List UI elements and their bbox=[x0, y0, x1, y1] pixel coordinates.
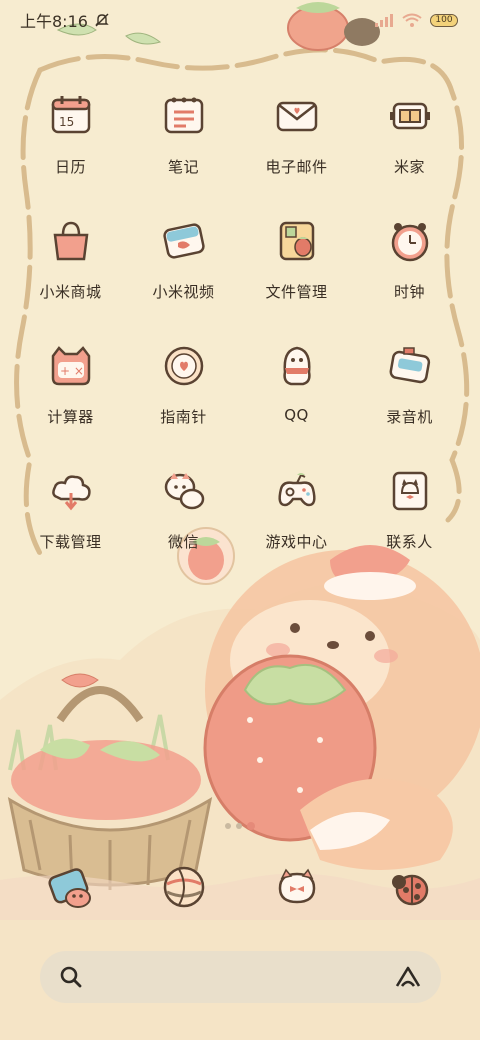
app-label: 小米视频 bbox=[152, 283, 215, 301]
app-label: QQ bbox=[284, 406, 309, 424]
app-notes[interactable]: 笔记 bbox=[127, 88, 240, 213]
app-label: 笔记 bbox=[167, 158, 199, 176]
app-download-manager[interactable]: 下载管理 bbox=[14, 463, 127, 588]
email-icon bbox=[269, 88, 325, 144]
contacts-icon bbox=[382, 463, 438, 519]
clock-icon bbox=[382, 213, 438, 269]
mijia-icon bbox=[382, 88, 438, 144]
app-label: 录音机 bbox=[386, 408, 433, 426]
app-mi-store[interactable]: 小米商城 bbox=[14, 213, 127, 338]
browser-icon bbox=[163, 866, 204, 908]
signal-icon bbox=[375, 14, 393, 27]
search-bar[interactable] bbox=[40, 951, 441, 1003]
app-label: 指南针 bbox=[160, 408, 207, 426]
app-label: 电子邮件 bbox=[265, 158, 328, 176]
svg-text:15: 15 bbox=[59, 115, 74, 129]
app-recorder[interactable]: 录音机 bbox=[353, 338, 466, 463]
dock-messages[interactable] bbox=[240, 862, 353, 912]
app-qq[interactable]: QQ bbox=[240, 338, 353, 463]
app-label: 计算器 bbox=[47, 408, 94, 426]
app-label: 文件管理 bbox=[265, 283, 328, 301]
app-calculator[interactable]: + × 计算器 bbox=[14, 338, 127, 463]
app-mi-video[interactable]: 小米视频 bbox=[127, 213, 240, 338]
dock-ladybug[interactable] bbox=[353, 862, 466, 912]
svg-text:+ ×: + × bbox=[60, 364, 84, 378]
calculator-icon: + × bbox=[43, 338, 99, 394]
battery-icon: 100 bbox=[430, 13, 458, 27]
messages-icon bbox=[278, 868, 315, 904]
app-label: 日历 bbox=[54, 158, 86, 176]
calendar-icon: 15 bbox=[43, 88, 99, 144]
app-label: 联系人 bbox=[386, 533, 433, 551]
mute-icon bbox=[95, 13, 109, 27]
page-indicator bbox=[0, 822, 480, 830]
wifi-icon bbox=[402, 13, 422, 27]
app-calendar[interactable]: 15 日历 bbox=[14, 88, 127, 213]
page-dot[interactable] bbox=[225, 823, 231, 829]
status-right: 100 bbox=[374, 13, 458, 27]
recorder-icon bbox=[382, 338, 438, 394]
app-email[interactable]: 电子邮件 bbox=[240, 88, 353, 213]
app-game-center[interactable]: 游戏中心 bbox=[240, 463, 353, 588]
wechat-icon bbox=[156, 463, 212, 519]
app-label: 小米商城 bbox=[39, 283, 102, 301]
app-compass[interactable]: 指南针 bbox=[127, 338, 240, 463]
notes-icon bbox=[156, 88, 212, 144]
page-dot-active[interactable] bbox=[247, 822, 255, 830]
battery-level: 100 bbox=[435, 15, 453, 25]
app-label: 微信 bbox=[167, 533, 199, 551]
app-label: 下载管理 bbox=[39, 533, 102, 551]
dock-camera[interactable] bbox=[14, 862, 127, 912]
assistant-icon[interactable] bbox=[393, 964, 423, 990]
app-contacts[interactable]: 联系人 bbox=[353, 463, 466, 588]
download-icon bbox=[43, 463, 99, 519]
page-dot[interactable] bbox=[236, 823, 242, 829]
status-left: 上午8:16 bbox=[20, 8, 110, 32]
app-label: 游戏中心 bbox=[265, 533, 328, 551]
shopping-bag-icon bbox=[43, 213, 99, 269]
app-clock[interactable]: 时钟 bbox=[353, 213, 466, 338]
status-bar: 上午8:16 100 bbox=[0, 0, 480, 40]
app-wechat[interactable]: 微信 bbox=[127, 463, 240, 588]
ladybug-icon bbox=[391, 874, 428, 906]
dock-browser[interactable] bbox=[127, 862, 240, 912]
app-file-manager[interactable]: 文件管理 bbox=[240, 213, 353, 338]
qq-icon bbox=[269, 338, 325, 394]
compass-icon bbox=[156, 338, 212, 394]
app-mijia[interactable]: 米家 bbox=[353, 88, 466, 213]
folder-icon bbox=[269, 213, 325, 269]
app-label: 时钟 bbox=[393, 283, 425, 301]
video-icon bbox=[156, 213, 212, 269]
search-icon[interactable] bbox=[58, 964, 84, 990]
camera-icon bbox=[47, 868, 91, 908]
status-time: 上午8:16 bbox=[20, 12, 88, 31]
dock bbox=[14, 862, 466, 912]
app-grid: 15 日历 笔记 电子邮件 米家 小米商城 小米视频 文件管理 时钟 + × 计… bbox=[14, 88, 466, 588]
gamepad-icon bbox=[269, 463, 325, 519]
app-label: 米家 bbox=[393, 158, 425, 176]
